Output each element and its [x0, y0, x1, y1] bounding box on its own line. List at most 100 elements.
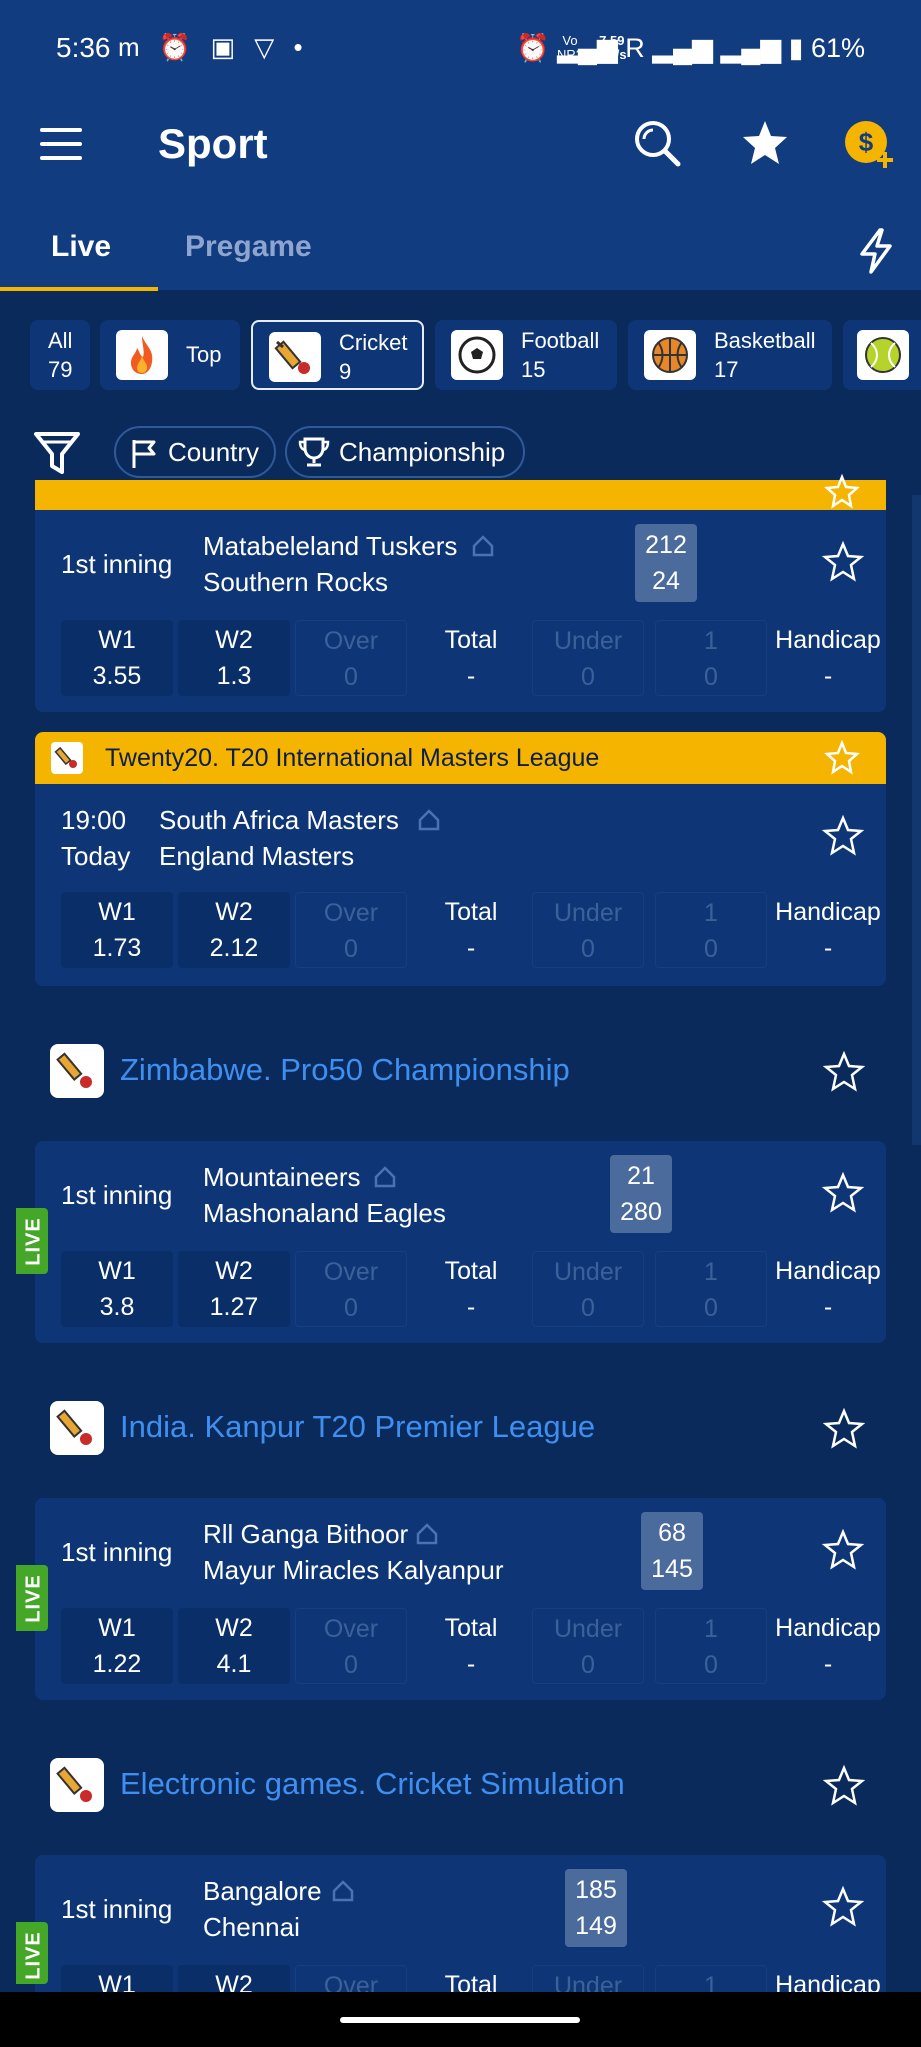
sport-chip-cricket[interactable]: Cricket 9 [251, 320, 424, 390]
match-card[interactable]: 1st inning Matabeleland Tuskers Southern… [35, 510, 886, 712]
tab-pregame[interactable]: Pregame [185, 230, 312, 264]
odd-total: Total - [444, 898, 498, 962]
favorite-star-icon[interactable] [824, 474, 860, 510]
status-bar: 5:36 m ⏰ ▣ ▽ • Vo NR2 7.59 KB/s ⏰ ▂▄▆ R ▂▄… [0, 0, 921, 100]
odd-w1[interactable]: W1 1.22 [61, 1608, 173, 1684]
odd-w1[interactable]: W1 3.55 [61, 620, 173, 696]
coin-plus-icon[interactable]: $ [844, 120, 894, 170]
lightning-icon[interactable] [856, 228, 896, 274]
sport-chip-top[interactable]: Top [100, 320, 240, 390]
odd-one[interactable]: 1 [655, 1965, 767, 1992]
cricket-icon [50, 1401, 104, 1455]
cricket-icon [50, 1758, 104, 1812]
odd-w2[interactable]: W2 [178, 1965, 290, 1992]
score-box: 68 145 [641, 1512, 703, 1590]
football-icon [451, 330, 503, 380]
match-period: 1st inning [61, 549, 173, 579]
odd-under[interactable]: Under 0 [532, 892, 644, 968]
odd-w1[interactable]: W1 [61, 1965, 173, 1992]
league-header-partial [35, 474, 886, 510]
favorite-star-icon[interactable] [822, 1050, 866, 1094]
sport-chip-football[interactable]: Football 15 [435, 320, 617, 390]
odd-handicap: Handicap - [775, 626, 881, 690]
live-badge: LIVE [16, 1565, 48, 1631]
trophy-icon [298, 437, 330, 467]
match-period: 1st inning [61, 1180, 173, 1210]
star-icon[interactable] [740, 118, 790, 168]
odd-handicap: Handicap - [775, 898, 881, 962]
odd-under[interactable]: Under 0 [532, 620, 644, 696]
favorite-star-icon[interactable] [821, 1171, 865, 1215]
odd-w2[interactable]: W2 1.3 [178, 620, 290, 696]
odd-one[interactable]: 10 [655, 892, 767, 968]
team-1: Bangalore [203, 1876, 322, 1906]
team-2: Chennai [203, 1912, 300, 1942]
league-row[interactable]: Electronic games. Cricket Simulation [0, 1736, 921, 1836]
favorite-star-icon[interactable] [822, 1764, 866, 1808]
team-1: South Africa Masters [159, 805, 399, 835]
menu-icon[interactable] [40, 128, 82, 162]
league-row[interactable]: India. Kanpur T20 Premier League [0, 1379, 921, 1479]
basketball-icon [644, 330, 696, 380]
sport-chip-all[interactable]: All 79 [30, 320, 90, 390]
home-gesture-handle[interactable] [340, 2017, 580, 2023]
odd-w2[interactable]: W2 2.12 [178, 892, 290, 968]
odd-handicap: Handicap - [775, 1257, 881, 1321]
match-card[interactable]: 1st inning Mountaineers Mashonaland Eagl… [35, 1141, 886, 1343]
league-title: Twenty20. T20 International Masters Leag… [105, 744, 600, 772]
svg-text:$: $ [859, 127, 874, 157]
favorite-star-icon[interactable] [824, 740, 860, 776]
score-box: 212 24 [635, 524, 697, 602]
tab-live[interactable]: Live [51, 230, 111, 264]
home-icon [418, 809, 440, 831]
team-1: Mountaineers [203, 1162, 361, 1192]
odd-under[interactable]: Under 0 [532, 1251, 644, 1327]
home-icon [374, 1166, 396, 1188]
league-row[interactable]: Zimbabwe. Pro50 Championship [0, 1022, 921, 1122]
favorite-star-icon[interactable] [821, 540, 865, 584]
match-day: Today [61, 841, 131, 871]
odd-over[interactable]: Over 0 [295, 1608, 407, 1684]
favorite-star-icon[interactable] [821, 814, 865, 858]
league-header[interactable]: Twenty20. T20 International Masters Leag… [35, 732, 886, 784]
status-time: 5:36 [56, 32, 111, 63]
odd-total: Total - [444, 1614, 498, 1678]
odd-under[interactable]: Under 0 [532, 1608, 644, 1684]
score-box: 185 149 [565, 1869, 627, 1947]
odd-w2[interactable]: W2 1.27 [178, 1251, 290, 1327]
sport-chip-tennis[interactable] [843, 320, 921, 390]
odd-over[interactable]: Over 0 [295, 1251, 407, 1327]
favorite-star-icon[interactable] [822, 1407, 866, 1451]
odd-under[interactable]: Under [532, 1965, 644, 1992]
odd-one[interactable]: 10 [655, 1251, 767, 1327]
odd-w1[interactable]: W1 3.8 [61, 1251, 173, 1327]
country-filter[interactable]: Country [114, 426, 276, 478]
flag-icon [132, 440, 156, 468]
odd-over[interactable]: Over 0 [295, 892, 407, 968]
match-card[interactable]: 1st inning Rll Ganga Bithoor Mayur Mirac… [35, 1498, 886, 1700]
fire-icon [116, 330, 168, 380]
match-card[interactable]: 19:00 Today South Africa Masters England… [35, 784, 886, 986]
team-2: Mayur Miracles Kalyanpur [203, 1555, 504, 1585]
page-title: Sport [158, 120, 268, 167]
odd-handicap: Handicap - [775, 1614, 881, 1678]
home-icon [472, 535, 494, 557]
odd-one[interactable]: 10 [655, 620, 767, 696]
odd-total: Total - [444, 626, 498, 690]
favorite-star-icon[interactable] [821, 1885, 865, 1929]
odd-w2[interactable]: W2 4.1 [178, 1608, 290, 1684]
match-period: 1st inning [61, 1894, 173, 1924]
odd-over[interactable]: Over [295, 1965, 407, 1992]
filter-icon[interactable] [32, 428, 82, 478]
match-time: 19:00 [61, 805, 127, 835]
odd-w1[interactable]: W1 1.73 [61, 892, 173, 968]
sport-chip-basketball[interactable]: Basketball 17 [628, 320, 832, 390]
odd-over[interactable]: Over 0 [295, 620, 407, 696]
favorite-star-icon[interactable] [821, 1528, 865, 1572]
league-title: Electronic games. Cricket Simulation [120, 1766, 625, 1801]
odd-one[interactable]: 10 [655, 1608, 767, 1684]
championship-filter[interactable]: Championship [285, 426, 525, 478]
match-card[interactable]: 1st inning Bangalore Chennai 185 149 W1 W… [35, 1855, 886, 1992]
notification-icons: m ⏰ ▣ ▽ • [118, 32, 309, 62]
search-icon[interactable] [632, 118, 682, 168]
